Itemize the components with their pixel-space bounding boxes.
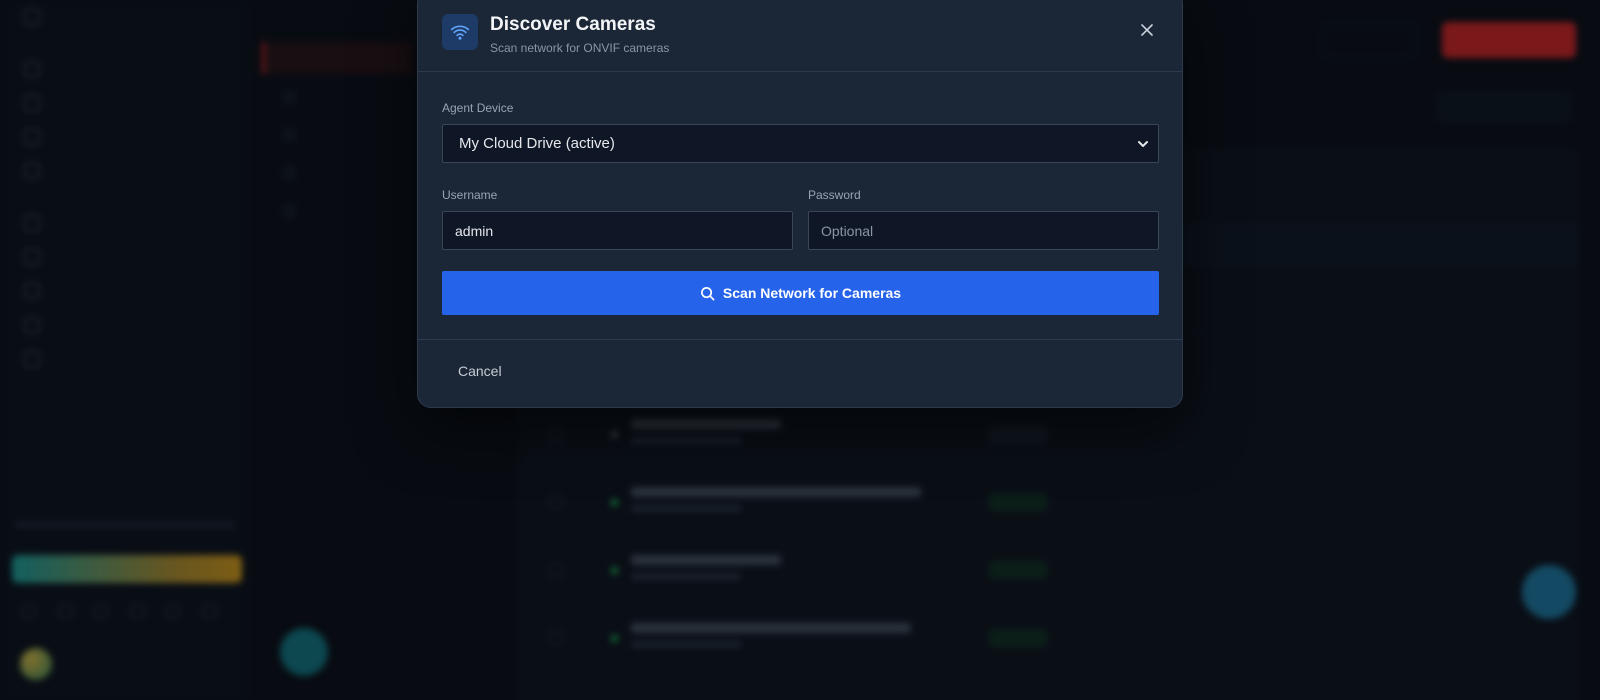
modal-subtitle: Scan network for ONVIF cameras bbox=[490, 41, 670, 55]
password-label: Password bbox=[808, 188, 861, 202]
scan-network-label: Scan Network for Cameras bbox=[722, 285, 902, 301]
agent-device-select[interactable]: My Cloud Drive (active) bbox=[442, 124, 1159, 163]
username-label: Username bbox=[442, 188, 498, 202]
modal-footer: Cancel bbox=[418, 339, 1182, 409]
search-icon bbox=[700, 286, 715, 300]
agent-device-value: My Cloud Drive (active) bbox=[459, 135, 615, 152]
scan-network-button[interactable]: Scan Network for Cameras bbox=[442, 271, 1159, 315]
chevron-down-icon bbox=[1138, 141, 1148, 147]
close-icon bbox=[1141, 24, 1153, 36]
wifi-icon bbox=[442, 14, 478, 50]
username-input[interactable] bbox=[442, 211, 793, 250]
password-input[interactable] bbox=[808, 211, 1159, 250]
discover-cameras-dialog: Discover Cameras Scan network for ONVIF … bbox=[417, 0, 1183, 408]
agent-device-label: Agent Device bbox=[442, 101, 514, 115]
close-button[interactable] bbox=[1134, 17, 1160, 43]
modal-header: Discover Cameras Scan network for ONVIF … bbox=[418, 0, 1182, 72]
modal-title: Discover Cameras bbox=[490, 14, 656, 35]
cancel-button[interactable]: Cancel bbox=[458, 363, 502, 379]
